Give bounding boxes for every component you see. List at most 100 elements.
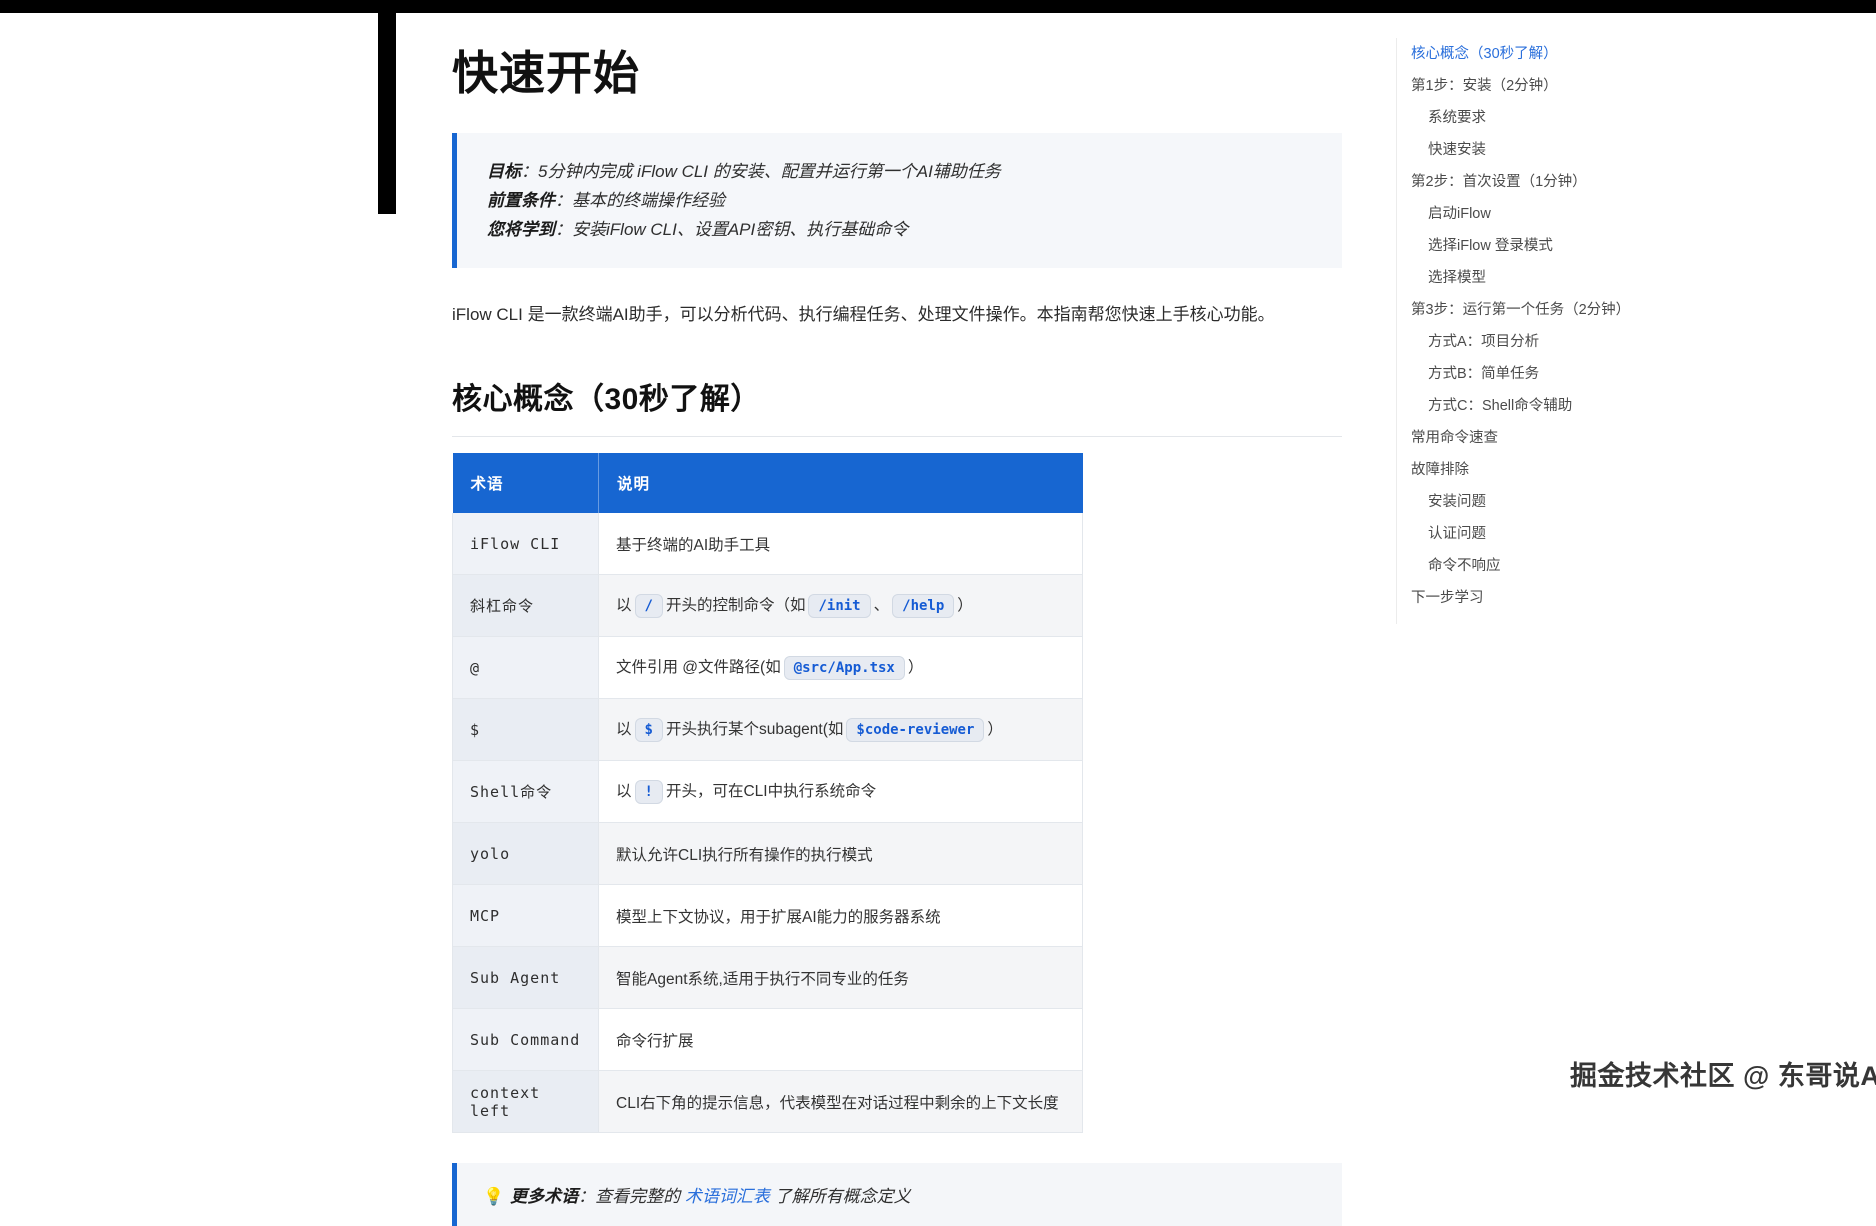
- term-cell: Sub Command: [453, 1009, 599, 1071]
- desc-text: 文件引用 @文件路径(如: [616, 659, 781, 676]
- toc-item[interactable]: 认证问题: [1397, 518, 1858, 550]
- toc-item[interactable]: 方式A：项目分析: [1397, 326, 1858, 358]
- left-black-strip: [378, 0, 396, 214]
- desc-cell: 以/开头的控制命令（如/init、/help）: [599, 575, 1083, 637]
- intro-paragraph: iFlow CLI 是一款终端AI助手，可以分析代码、执行编程任务、处理文件操作…: [452, 302, 1342, 328]
- inline-code: $: [635, 718, 663, 742]
- table-body: iFlow CLI基于终端的AI助手工具斜杠命令以/开头的控制命令（如/init…: [453, 513, 1083, 1133]
- desc-text: ）: [957, 597, 973, 614]
- desc-text: 开头，可在CLI中执行系统命令: [666, 783, 876, 800]
- table-row: 斜杠命令以/开头的控制命令（如/init、/help）: [453, 575, 1083, 637]
- term-cell: Shell命令: [453, 761, 599, 823]
- term-cell: Sub Agent: [453, 947, 599, 1009]
- term-cell: @: [453, 637, 599, 699]
- desc-text: 以: [616, 721, 632, 738]
- toc-item[interactable]: 选择iFlow 登录模式: [1397, 230, 1858, 262]
- desc-text: 以: [616, 783, 632, 800]
- desc-text: 、: [874, 597, 890, 614]
- desc-text: 模型上下文协议，用于扩展AI能力的服务器系统: [616, 909, 941, 926]
- desc-text: 开头执行某个subagent(如: [666, 721, 843, 738]
- watermark: 掘金技术社区 @ 东哥说AI: [1570, 1054, 1876, 1093]
- inline-code: /: [635, 594, 663, 618]
- toc-item[interactable]: 第1步：安装（2分钟）: [1397, 70, 1858, 102]
- note-line: 您将学到：安装iFlow CLI、设置API密钥、执行基础命令: [487, 215, 1312, 244]
- table-row: MCP 模型上下文协议，用于扩展AI能力的服务器系统: [453, 885, 1083, 947]
- inline-code: /init: [808, 594, 870, 618]
- desc-text: ）: [908, 659, 924, 676]
- table-row: context left CLI右下角的提示信息，代表模型在对话过程中剩余的上下文…: [453, 1071, 1083, 1133]
- note-label: 前置条件: [487, 191, 555, 210]
- inline-code: @src/App.tsx: [784, 656, 905, 680]
- desc-cell: 命令行扩展: [599, 1009, 1083, 1071]
- toc-item[interactable]: 常用命令速查: [1397, 422, 1858, 454]
- glossary-link[interactable]: 术语词汇表: [685, 1187, 770, 1206]
- toc-item[interactable]: 方式C：Shell命令辅助: [1397, 390, 1858, 422]
- goal-note: 目标：5分钟内完成 iFlow CLI 的安装、配置并运行第一个AI辅助任务 前…: [452, 133, 1342, 268]
- top-black-bar: [0, 0, 1876, 13]
- callout-text: ：查看完整的: [578, 1187, 685, 1206]
- column-header-desc: 说明: [599, 453, 1083, 513]
- toc-item[interactable]: 下一步学习: [1397, 582, 1858, 614]
- table-row: iFlow CLI 基于终端的AI助手工具: [453, 513, 1083, 575]
- toc-item[interactable]: 方式B：简单任务: [1397, 358, 1858, 390]
- note-text: ：基本的终端操作经验: [555, 191, 725, 210]
- desc-text: 以: [616, 597, 632, 614]
- note-label: 您将学到: [487, 220, 555, 239]
- toc-item[interactable]: 核心概念（30秒了解）: [1397, 38, 1858, 70]
- desc-cell: 文件引用 @文件路径(如@src/App.tsx）: [599, 637, 1083, 699]
- column-header-term: 术语: [453, 453, 599, 513]
- toc-item[interactable]: 快速安装: [1397, 134, 1858, 166]
- callout-text: 了解所有概念定义: [770, 1187, 911, 1206]
- toc-item[interactable]: 故障排除: [1397, 454, 1858, 486]
- desc-text: 命令行扩展: [616, 1033, 694, 1050]
- term-cell: 斜杠命令: [453, 575, 599, 637]
- term-cell: iFlow CLI: [453, 513, 599, 575]
- table-row: $以$开头执行某个subagent(如$code-reviewer）: [453, 699, 1083, 761]
- desc-text: 默认允许CLI执行所有操作的执行模式: [616, 847, 873, 864]
- table-row: Sub Agent 智能Agent系统,适用于执行不同专业的任务: [453, 947, 1083, 1009]
- desc-text: ）: [987, 721, 1003, 738]
- toc-item[interactable]: 安装问题: [1397, 486, 1858, 518]
- toc-item[interactable]: 第2步：首次设置（1分钟）: [1397, 166, 1858, 198]
- page-title: 快速开始: [452, 37, 1342, 103]
- main-content: 快速开始 目标：5分钟内完成 iFlow CLI 的安装、配置并运行第一个AI辅…: [452, 13, 1342, 1226]
- toc-sidebar: 核心概念（30秒了解）第1步：安装（2分钟）系统要求快速安装第2步：首次设置（1…: [1396, 38, 1858, 624]
- toc-item[interactable]: 选择模型: [1397, 262, 1858, 294]
- toc-item[interactable]: 系统要求: [1397, 102, 1858, 134]
- desc-cell: 以!开头，可在CLI中执行系统命令: [599, 761, 1083, 823]
- callout-label: 更多术语: [510, 1187, 578, 1206]
- inline-code: !: [635, 780, 663, 804]
- desc-cell: 智能Agent系统,适用于执行不同专业的任务: [599, 947, 1083, 1009]
- table-row: Sub Command 命令行扩展: [453, 1009, 1083, 1071]
- table-row: @文件引用 @文件路径(如@src/App.tsx）: [453, 637, 1083, 699]
- term-cell: yolo: [453, 823, 599, 885]
- desc-cell: 默认允许CLI执行所有操作的执行模式: [599, 823, 1083, 885]
- toc-item[interactable]: 启动iFlow: [1397, 198, 1858, 230]
- term-cell: $: [453, 699, 599, 761]
- lightbulb-icon: 💡: [483, 1187, 504, 1206]
- table-row: Shell命令以!开头，可在CLI中执行系统命令: [453, 761, 1083, 823]
- desc-text: 智能Agent系统,适用于执行不同专业的任务: [616, 971, 909, 988]
- table-header-row: 术语 说明: [453, 453, 1083, 513]
- toc-item[interactable]: 命令不响应: [1397, 550, 1858, 582]
- desc-text: 基于终端的AI助手工具: [616, 537, 770, 554]
- desc-cell: 模型上下文协议，用于扩展AI能力的服务器系统: [599, 885, 1083, 947]
- concepts-table: 术语 说明 iFlow CLI基于终端的AI助手工具斜杠命令以/开头的控制命令（…: [452, 453, 1083, 1133]
- note-label: 目标: [487, 162, 521, 181]
- note-line: 目标：5分钟内完成 iFlow CLI 的安装、配置并运行第一个AI辅助任务: [487, 157, 1312, 186]
- desc-cell: 基于终端的AI助手工具: [599, 513, 1083, 575]
- section-heading: 核心概念（30秒了解）: [452, 374, 1342, 437]
- inline-code: /help: [892, 594, 954, 618]
- more-terms-callout: 💡 更多术语：查看完整的 术语词汇表 了解所有概念定义: [452, 1163, 1342, 1226]
- desc-cell: CLI右下角的提示信息，代表模型在对话过程中剩余的上下文长度: [599, 1071, 1083, 1133]
- inline-code: $code-reviewer: [846, 718, 984, 742]
- toc-item[interactable]: 第3步：运行第一个任务（2分钟）: [1397, 294, 1858, 326]
- note-line: 前置条件：基本的终端操作经验: [487, 186, 1312, 215]
- desc-text: 开头的控制命令（如: [666, 597, 806, 614]
- term-cell: MCP: [453, 885, 599, 947]
- desc-text: CLI右下角的提示信息，代表模型在对话过程中剩余的上下文长度: [616, 1095, 1059, 1112]
- desc-cell: 以$开头执行某个subagent(如$code-reviewer）: [599, 699, 1083, 761]
- term-cell: context left: [453, 1071, 599, 1133]
- note-text: ：安装iFlow CLI、设置API密钥、执行基础命令: [555, 220, 908, 239]
- note-text: ：5分钟内完成 iFlow CLI 的安装、配置并运行第一个AI辅助任务: [521, 162, 1001, 181]
